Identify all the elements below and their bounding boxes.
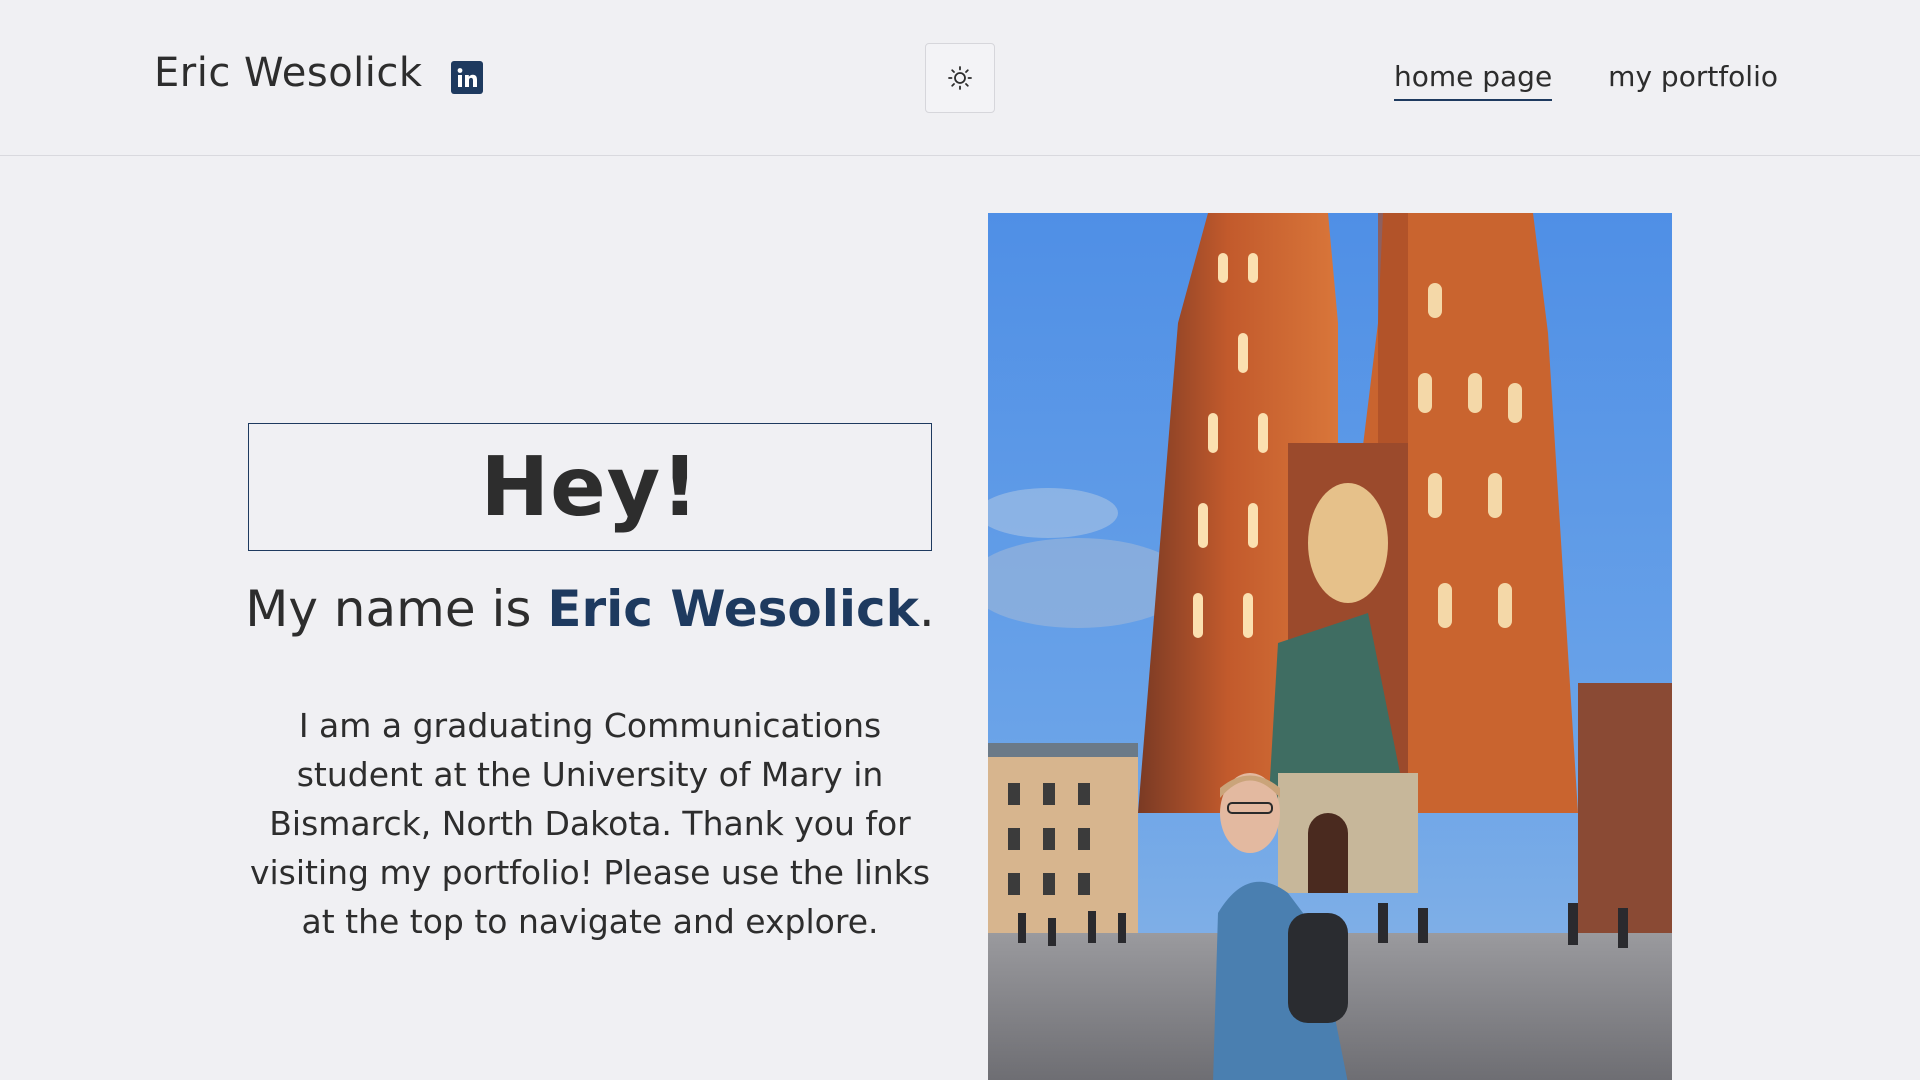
site-title[interactable]: Eric Wesolick	[154, 50, 423, 96]
profile-photo	[988, 213, 1672, 1080]
intro-name: Eric Wesolick	[547, 580, 919, 638]
nav-home-page[interactable]: home page	[1393, 60, 1553, 101]
site-header: Eric Wesolick home page my portfolio	[0, 0, 1920, 156]
sun-icon	[948, 66, 972, 90]
main-nav: home page my portfolio	[1393, 60, 1778, 101]
intro-suffix: .	[918, 580, 935, 638]
greeting-heading: Hey!	[480, 439, 700, 535]
nav-my-portfolio[interactable]: my portfolio	[1608, 60, 1778, 101]
theme-toggle-button[interactable]	[925, 43, 995, 113]
intro-prefix: My name is	[245, 580, 548, 638]
bio-paragraph: I am a graduating Communications student…	[249, 706, 931, 941]
linkedin-icon[interactable]	[451, 61, 483, 94]
intro-line: My name is Eric Wesolick.	[200, 580, 980, 638]
greeting-box: Hey!	[248, 423, 932, 551]
